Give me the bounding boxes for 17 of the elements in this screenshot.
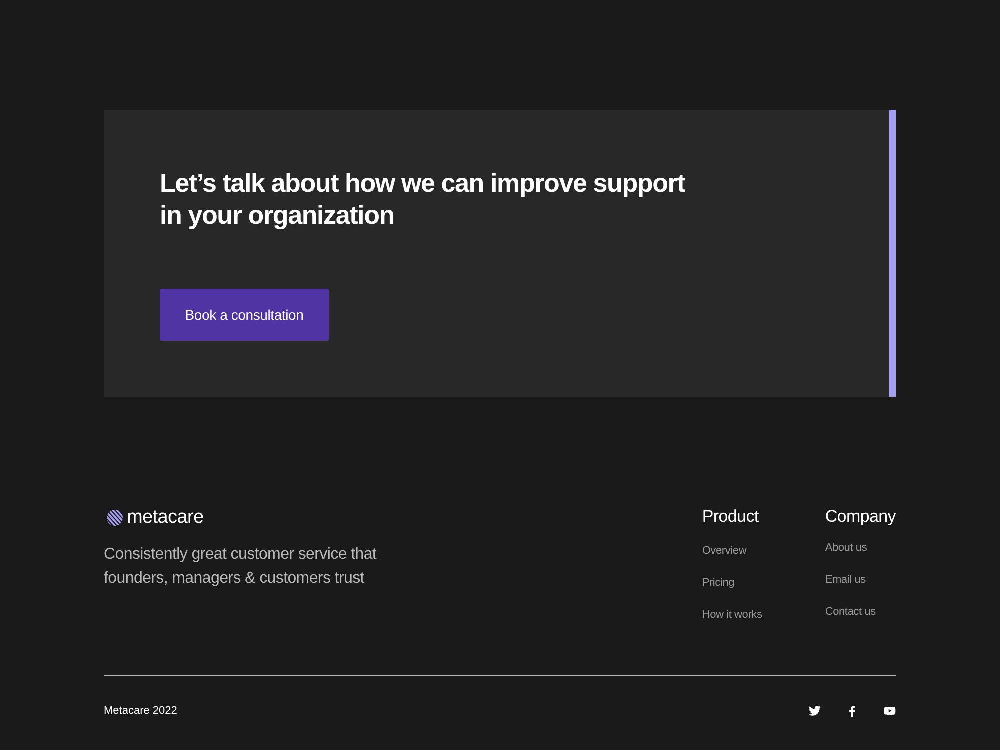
copyright: Metacare 2022 (104, 704, 178, 718)
facebook-icon[interactable] (847, 706, 858, 716)
twitter-icon[interactable] (809, 705, 821, 717)
column-title: Company (825, 507, 896, 527)
footer-link[interactable]: Pricing (702, 576, 735, 590)
book-consultation-button[interactable]: Book a consultation (160, 289, 329, 341)
footer-link[interactable]: How it works (702, 608, 762, 622)
footer-link[interactable]: Email us (825, 573, 866, 587)
brand-name: metacare (127, 507, 204, 529)
cta-heading: Let’s talk about how we can improve support in your organization (160, 167, 686, 231)
footer-link[interactable]: Contact us (825, 605, 876, 619)
youtube-icon[interactable] (884, 705, 896, 717)
footer-link[interactable]: About us (825, 541, 868, 555)
tagline: Consistently great customer service that founders, managers & customers trust (104, 545, 378, 589)
logo-icon (107, 510, 123, 526)
column-title: Product (702, 507, 759, 527)
footer-link[interactable]: Overview (702, 544, 747, 558)
